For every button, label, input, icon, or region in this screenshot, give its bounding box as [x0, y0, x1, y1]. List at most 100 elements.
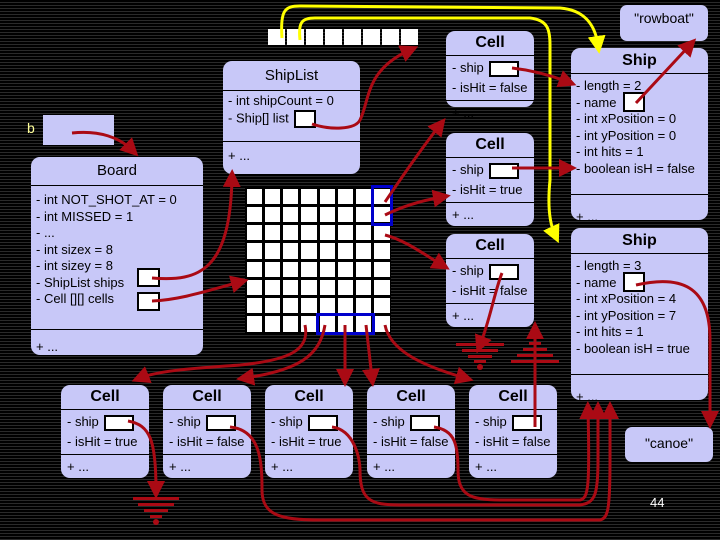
grid-cell [246, 261, 262, 277]
cell-methods: + ... [67, 459, 90, 474]
grid-cell [337, 225, 353, 241]
board-field: - ... [36, 225, 55, 240]
grid-cell [337, 279, 353, 295]
board-field: - ShipList ships [36, 274, 125, 290]
grid-cell [356, 261, 372, 277]
grid-cell [264, 261, 280, 277]
grid-cell [283, 188, 299, 204]
ship-array-slot [306, 29, 323, 45]
shiplist-title: ShipList [223, 61, 360, 91]
grid-cell [356, 279, 372, 295]
ship-name-reference [623, 92, 645, 112]
grid-cell [337, 243, 353, 259]
ship-field: - int yPosition = 7 [576, 307, 677, 323]
cell-title: Cell [446, 31, 534, 56]
ship-methods: + ... [576, 209, 599, 224]
cell-methods: + ... [452, 207, 475, 222]
grid-cell [319, 188, 335, 204]
cell-ishit-field: - isHit = false [452, 80, 528, 95]
cell-ship-field: - ship [169, 414, 201, 429]
grid-cell [337, 188, 353, 204]
cell-ship-field: - ship [373, 414, 405, 429]
shiplist-methods: + ... [228, 148, 251, 163]
grid-cell [246, 298, 262, 314]
board-title: Board [31, 157, 203, 186]
ship-array-slot [344, 29, 361, 45]
ship-array-slot [382, 29, 399, 45]
grid-cell [337, 261, 353, 277]
grid-cell [283, 279, 299, 295]
grid-cell [319, 279, 335, 295]
variable-b-label: b [27, 120, 35, 136]
grid-cell [374, 243, 390, 259]
cells-grid [245, 185, 393, 335]
grid-cell [374, 261, 390, 277]
ship-array-slot [363, 29, 380, 45]
grid-cell [301, 298, 317, 314]
cell-ishit-field: - isHit = false [475, 434, 551, 449]
grid-cell [246, 243, 262, 259]
grid-cell [283, 298, 299, 314]
grid-highlight [370, 185, 393, 226]
grid-cell [356, 188, 372, 204]
grid-cell [283, 261, 299, 277]
grid-cell [337, 298, 353, 314]
grid-cell [301, 225, 317, 241]
cell-title: Cell [367, 385, 455, 410]
cell-ship-reference [488, 263, 519, 280]
cell-object: Cell - ship - isHit = true + ... [61, 385, 149, 478]
cell-object: Cell - ship - isHit = false + ... [446, 234, 534, 327]
cell-title: Cell [446, 133, 534, 158]
pointer-grid-cell-2 [384, 233, 450, 270]
cell-methods: + ... [452, 105, 475, 120]
cell-ship-field: - ship [271, 414, 303, 429]
ship-object: Ship - length = 2 - name - int xPosition… [571, 48, 708, 224]
ship-field: - int hits = 1 [576, 324, 644, 339]
cell-ship-reference [409, 414, 440, 431]
cell-ship-field: - ship [475, 414, 507, 429]
cell-methods: + ... [271, 459, 294, 474]
board-field: - int MISSED = 1 [36, 208, 134, 224]
cell-ishit-field: - isHit = true [271, 434, 342, 449]
ship-object: Ship - length = 3 - name - int xPosition… [571, 228, 708, 404]
string-canoe: "canoe" [625, 427, 713, 462]
ship-array-slot [287, 29, 304, 45]
grid-cell [301, 279, 317, 295]
ship-array-slot [401, 29, 418, 45]
grid-cell [319, 243, 335, 259]
cell-object: Cell - ship - isHit = false + ... [446, 31, 534, 120]
cell-ship-field: - ship [67, 414, 99, 429]
ship-array-slot [268, 29, 285, 45]
ground-icon [511, 333, 559, 363]
grid-cell [301, 316, 317, 332]
cell-title: Cell [469, 385, 557, 410]
grid-cell [283, 243, 299, 259]
cell-ishit-field: - isHit = false [452, 283, 528, 298]
grid-cell [301, 261, 317, 277]
grid-cell [374, 298, 390, 314]
pointer-grid-bottom-4 [383, 324, 474, 385]
board-field: - Cell [][] cells [36, 291, 115, 306]
grid-cell [264, 243, 280, 259]
slide-number: 44 [650, 495, 665, 510]
grid-cell [374, 225, 390, 241]
cell-title: Cell [446, 234, 534, 259]
cell-title: Cell [163, 385, 251, 410]
grid-cell [319, 261, 335, 277]
cell-title: Cell [61, 385, 149, 410]
ship-field: - boolean isH = false [576, 160, 695, 176]
shiplist-list-reference [293, 109, 316, 128]
pointer-grid-cell-1 [384, 189, 451, 217]
ship-methods: + ... [576, 389, 599, 404]
cell-ship-reference [103, 414, 134, 431]
cell-methods: + ... [169, 459, 192, 474]
cell-ishit-field: - isHit = true [452, 182, 523, 197]
grid-cell [264, 188, 280, 204]
grid-cell [246, 225, 262, 241]
grid-cell [264, 298, 280, 314]
grid-cell [246, 206, 262, 222]
pointer-grid-cell-0 [383, 117, 446, 203]
board-methods: + ... [36, 339, 59, 354]
grid-cell [319, 206, 335, 222]
grid-cell [301, 206, 317, 222]
